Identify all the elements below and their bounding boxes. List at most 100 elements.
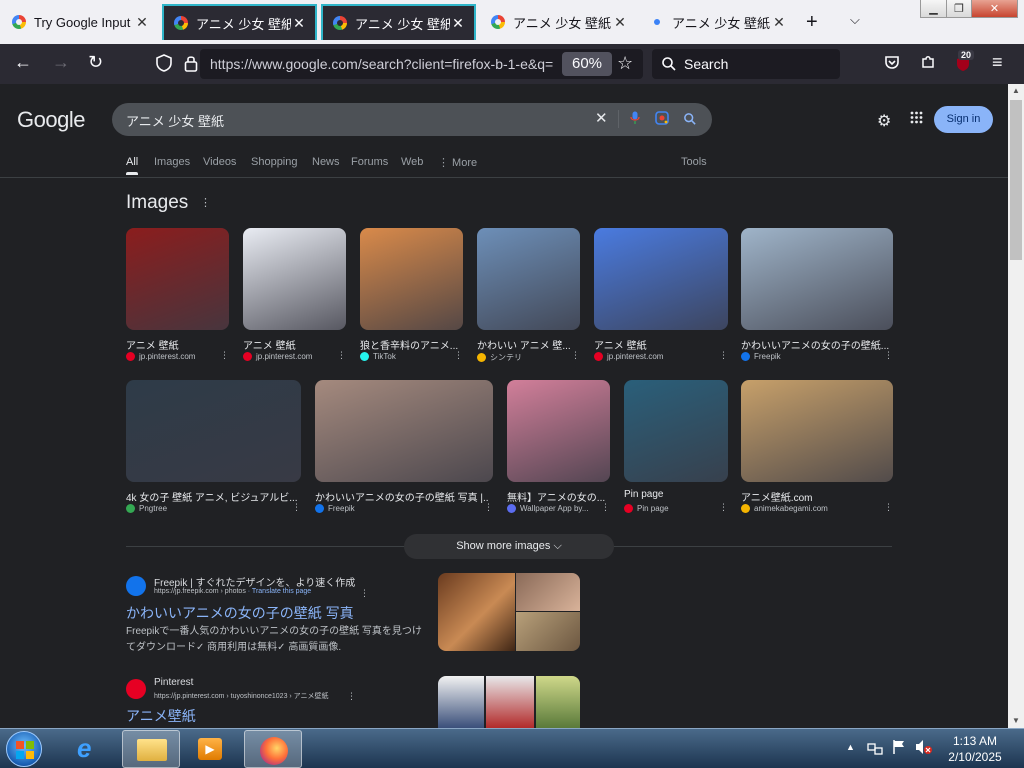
image-caption[interactable]: 4k 女の子 壁紙 アニメ, ビジュアルビ... — [126, 489, 297, 504]
more-options-icon[interactable]: ⋮ — [719, 502, 728, 513]
image-result-card[interactable]: かわいい アニメ 壁... シンテリ ⋮ — [477, 228, 580, 366]
action-center-flag-icon[interactable] — [892, 739, 906, 760]
more-options-icon[interactable]: ⋮ — [292, 502, 301, 513]
clear-search-icon[interactable]: ✕ — [595, 109, 608, 127]
more-options-icon[interactable]: ⋮ — [719, 350, 728, 361]
more-options-icon[interactable]: ⋮ — [347, 691, 356, 702]
tools-button[interactable]: Tools — [681, 156, 707, 168]
google-logo[interactable]: Google — [17, 107, 85, 133]
more-options-icon[interactable]: ⋮ — [337, 350, 346, 361]
lock-icon[interactable] — [184, 54, 198, 77]
image-result-card[interactable]: アニメ 壁紙 jp.pinterest.com ⋮ — [243, 228, 346, 366]
image-caption[interactable]: アニメ 壁紙 — [243, 337, 342, 352]
search-query-input[interactable]: アニメ 少女 壁紙 — [126, 111, 224, 130]
minimize-window-button[interactable]: ▁ — [920, 0, 947, 18]
url-text[interactable]: https://www.google.com/search?client=fir… — [210, 56, 553, 72]
chevron-down-icon[interactable]: ⌵ — [850, 12, 860, 28]
image-thumbnail[interactable] — [594, 228, 728, 330]
more-options-icon[interactable]: ⋮ — [220, 350, 229, 361]
image-caption[interactable]: かわいいアニメの女の子の壁紙... — [741, 337, 889, 352]
image-caption[interactable]: かわいい アニメ 壁... — [477, 337, 576, 352]
tab-shopping[interactable]: Shopping — [251, 156, 298, 168]
search-icon[interactable] — [684, 112, 696, 130]
file-explorer-taskbar-button[interactable] — [122, 730, 180, 768]
more-options-icon[interactable]: ⋮ — [571, 350, 580, 361]
browser-tab-1[interactable]: Try Google Input T ✕ — [2, 4, 158, 40]
browser-tab-3[interactable]: アニメ 少女 壁紙 - ✕ — [321, 4, 476, 40]
sign-in-button[interactable]: Sign in — [934, 106, 993, 133]
image-thumbnail[interactable] — [507, 380, 610, 482]
scrollbar-thumb[interactable] — [1010, 100, 1022, 260]
tab-all[interactable]: All — [126, 156, 138, 168]
system-clock[interactable]: 1:13 AM 2/10/2025 — [940, 733, 1010, 765]
close-tab-icon[interactable]: ✕ — [134, 14, 150, 31]
google-search-box[interactable]: アニメ 少女 壁紙 ✕ — [112, 103, 712, 136]
result-thumbnail-collage[interactable] — [438, 676, 580, 728]
image-result-card[interactable]: かわいいアニメの女の子の壁紙 写真 |... Freepik ⋮ — [315, 380, 493, 518]
image-result-card[interactable]: アニメ 壁紙 jp.pinterest.com ⋮ — [126, 228, 229, 366]
show-more-images-button[interactable]: Show more images ⌵ — [404, 534, 614, 559]
more-options-icon[interactable]: ⋮ — [200, 196, 211, 209]
forward-arrow-icon[interactable]: → — [52, 52, 70, 73]
more-options-icon[interactable]: ⋮ — [884, 502, 893, 513]
more-options-icon[interactable]: ⋮ — [484, 502, 493, 513]
media-player-taskbar-button[interactable]: ▶ — [182, 730, 240, 768]
close-window-button[interactable]: ✕ — [971, 0, 1018, 18]
internet-explorer-taskbar-button[interactable]: e — [62, 730, 120, 768]
shield-icon[interactable] — [156, 54, 172, 77]
voice-search-mic-icon[interactable] — [630, 111, 640, 130]
image-thumbnail[interactable] — [360, 228, 463, 330]
image-source[interactable]: TikTok — [360, 352, 449, 361]
pocket-icon[interactable] — [884, 54, 900, 75]
tab-more[interactable]: ⋮ More — [438, 156, 477, 169]
image-thumbnail[interactable] — [315, 380, 493, 482]
image-source[interactable]: Wallpaper App by... — [507, 504, 596, 513]
image-result-card[interactable]: 狼と香辛料のアニメ... TikTok ⋮ — [360, 228, 463, 366]
image-caption[interactable]: 無料】アニメの女の... — [507, 489, 606, 504]
more-options-icon[interactable]: ⋮ — [884, 350, 893, 361]
image-caption[interactable]: 狼と香辛料のアニメ... — [360, 337, 459, 352]
bookmark-star-icon[interactable]: ☆ — [617, 53, 633, 74]
result-thumbnail-collage[interactable] — [438, 573, 580, 651]
image-source[interactable]: Pngtree — [126, 504, 287, 513]
browser-tab-5[interactable]: アニメ 少女 壁紙 - ✕ — [640, 4, 795, 40]
browser-search-box[interactable]: Search — [652, 49, 840, 79]
image-caption[interactable]: アニメ 壁紙 — [126, 337, 225, 352]
image-result-card[interactable]: かわいいアニメの女の子の壁紙... Freepik ⋮ — [741, 228, 893, 366]
result-url[interactable]: https://jp.freepik.com › photos · Transl… — [154, 588, 311, 595]
image-source[interactable]: Pin page — [624, 504, 714, 513]
image-result-card[interactable]: アニメ 壁紙 jp.pinterest.com ⋮ — [594, 228, 728, 366]
restore-window-button[interactable]: ❐ — [946, 0, 972, 18]
translate-link[interactable]: · Translate this page — [248, 588, 311, 595]
zoom-level-button[interactable]: 60% — [562, 52, 612, 76]
result-site-name[interactable]: Pinterest — [154, 677, 193, 688]
result-site-name[interactable]: Freepik | すぐれたデザインを、より速く作成 — [154, 574, 355, 589]
tab-web[interactable]: Web — [401, 156, 423, 168]
tab-news[interactable]: News — [312, 156, 340, 168]
settings-gear-icon[interactable]: ⚙ — [877, 111, 891, 131]
network-icon[interactable] — [867, 740, 883, 761]
url-bar[interactable]: https://www.google.com/search?client=fir… — [200, 49, 643, 79]
reload-icon[interactable]: ↻ — [88, 52, 103, 73]
close-tab-icon[interactable]: ✕ — [771, 14, 787, 31]
start-button[interactable] — [6, 731, 42, 767]
image-thumbnail[interactable] — [477, 228, 580, 330]
more-options-icon[interactable]: ⋮ — [454, 350, 463, 361]
browser-tab-2[interactable]: アニメ 少女 壁紙 - ✕ — [162, 4, 317, 40]
back-arrow-icon[interactable]: ← — [14, 52, 32, 73]
image-thumbnail[interactable] — [126, 228, 229, 330]
result-title-link[interactable]: かわいいアニメの女の子の壁紙 写真 — [126, 603, 354, 623]
image-source[interactable]: jp.pinterest.com — [126, 352, 215, 361]
image-source[interactable]: jp.pinterest.com — [243, 352, 332, 361]
image-source[interactable]: animekabegami.com — [741, 504, 879, 513]
tab-videos[interactable]: Videos — [203, 156, 236, 168]
image-source[interactable]: jp.pinterest.com — [594, 352, 714, 361]
vertical-scrollbar[interactable]: ▲ ▼ — [1008, 84, 1024, 728]
image-caption[interactable]: アニメ壁紙.com — [741, 489, 889, 504]
more-options-icon[interactable]: ⋮ — [601, 502, 610, 513]
scroll-up-arrow-icon[interactable]: ▲ — [1012, 86, 1020, 95]
hamburger-menu-icon[interactable]: ≡ — [992, 52, 1003, 73]
result-url[interactable]: https://jp.pinterest.com › tuyoshinonce1… — [154, 691, 329, 701]
image-result-card[interactable]: 無料】アニメの女の... Wallpaper App by... ⋮ — [507, 380, 610, 518]
tab-forums[interactable]: Forums — [351, 156, 388, 168]
